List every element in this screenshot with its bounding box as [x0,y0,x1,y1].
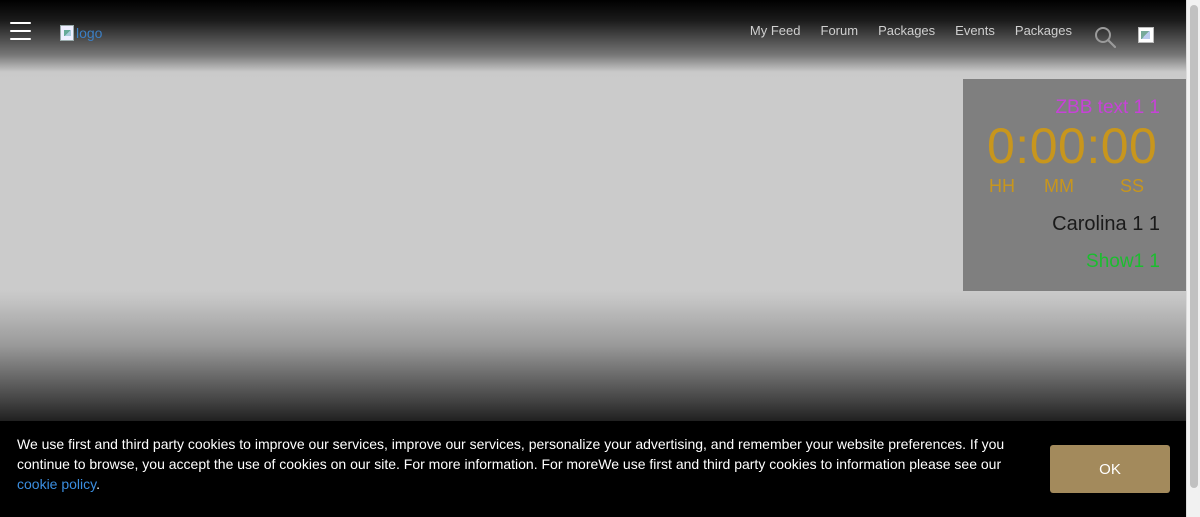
cookie-policy-link[interactable]: cookie policy [17,476,96,492]
cookie-suffix: . [96,476,101,492]
nav-forum[interactable]: Forum [821,23,859,38]
nav-packages-2[interactable]: Packages [1015,23,1072,38]
countdown-name: Carolina 1 1 [1052,213,1160,235]
countdown-show: Show1 1 [1086,251,1160,272]
nav-packages[interactable]: Packages [878,23,935,38]
countdown-panel: ZBB text 1 1 0:00:00 HH MM SS Carolina 1… [963,79,1186,291]
search-icon[interactable] [1094,26,1116,48]
nav-events[interactable]: Events [955,23,995,38]
logo-alt-text: logo [76,25,103,41]
broken-image-icon [60,25,74,41]
cookie-message: We use first and third party cookies to … [17,434,1007,494]
unit-minutes: MM [1044,176,1074,196]
cookie-text: We use first and third party cookies to … [17,436,1005,472]
main-nav: My Feed Forum Packages Events Packages [750,23,1072,38]
scrollbar-thumb[interactable] [1190,5,1198,488]
hamburger-menu-icon[interactable] [10,22,31,40]
countdown-time: 0:00:00 [987,118,1158,174]
profile-image-icon[interactable] [1138,27,1154,43]
nav-my-feed[interactable]: My Feed [750,23,801,38]
unit-seconds: SS [1120,176,1145,196]
cookie-ok-button[interactable]: OK [1050,445,1170,493]
site-header: logo My Feed Forum Packages Events Packa… [0,0,1186,72]
countdown-units: HH MM SS [989,176,1159,198]
logo[interactable]: logo [60,23,102,43]
unit-hours: HH [989,176,1015,196]
page-scrollbar[interactable] [1186,0,1200,517]
countdown-title: ZBB text 1 1 [1055,97,1160,118]
cookie-banner: We use first and third party cookies to … [0,421,1186,517]
